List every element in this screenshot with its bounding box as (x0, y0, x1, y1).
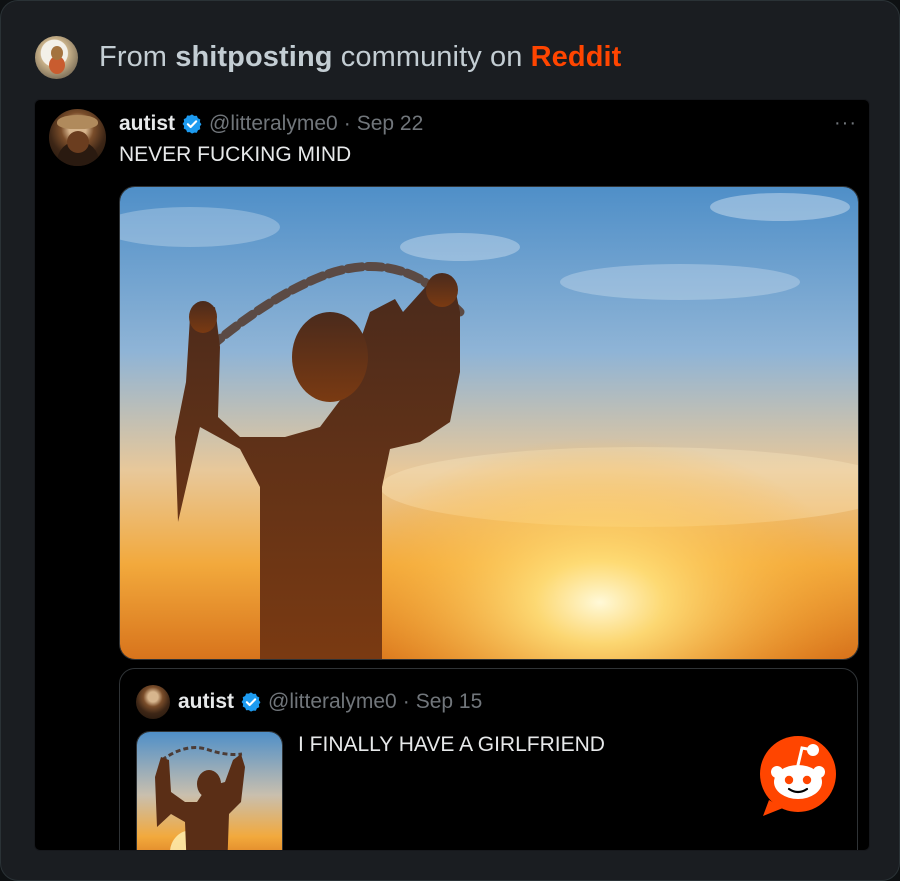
source-prefix: From (99, 40, 176, 73)
broken-chains-sunset-image (120, 187, 858, 659)
quoted-author-name[interactable]: autist (178, 690, 234, 714)
community-avatar[interactable] (35, 35, 78, 79)
embed-source-text: From shitposting community on Reddit (99, 41, 621, 74)
broken-chains-thumbnail (137, 732, 282, 850)
quoted-tweet-image[interactable] (136, 731, 283, 850)
tweet-image[interactable] (119, 186, 859, 660)
embed-header: From shitposting community on Reddit (35, 35, 621, 79)
reddit-embed-card: From shitposting community on Reddit aut… (0, 0, 900, 881)
quoted-tweet[interactable]: autist @litteralyme0 · Sep 15 I FINALLY … (119, 668, 858, 850)
tweet-handle[interactable]: @litteralyme0 (209, 112, 338, 136)
more-options-icon[interactable]: ··· (834, 112, 857, 135)
verified-badge-icon (241, 692, 261, 712)
quoted-separator: · (402, 690, 410, 713)
quoted-tweet-header: autist @litteralyme0 · Sep 15 (178, 689, 482, 715)
source-middle: community on (332, 40, 531, 73)
tweet-screenshot[interactable]: autist @litteralyme0 · Sep 22 ··· NEVER … (34, 99, 870, 851)
tweet-date[interactable]: Sep 22 (357, 112, 424, 136)
tweet-separator: · (343, 112, 351, 135)
tweet-avatar[interactable] (49, 109, 106, 166)
quoted-tweet-avatar[interactable] (136, 685, 170, 719)
tweet-header: autist @litteralyme0 · Sep 22 (119, 110, 423, 138)
community-link[interactable]: shitposting (175, 41, 332, 73)
tweet-text: NEVER FUCKING MIND (119, 143, 352, 166)
reddit-link[interactable]: Reddit (531, 41, 622, 73)
tweet-author-name[interactable]: autist (119, 112, 175, 136)
verified-badge-icon (182, 114, 202, 134)
quoted-date[interactable]: Sep 15 (416, 690, 483, 714)
quoted-tweet-text: I FINALLY HAVE A GIRLFRIEND (298, 733, 605, 756)
reddit-logo-icon[interactable] (755, 734, 841, 820)
quoted-handle[interactable]: @litteralyme0 (268, 690, 397, 714)
